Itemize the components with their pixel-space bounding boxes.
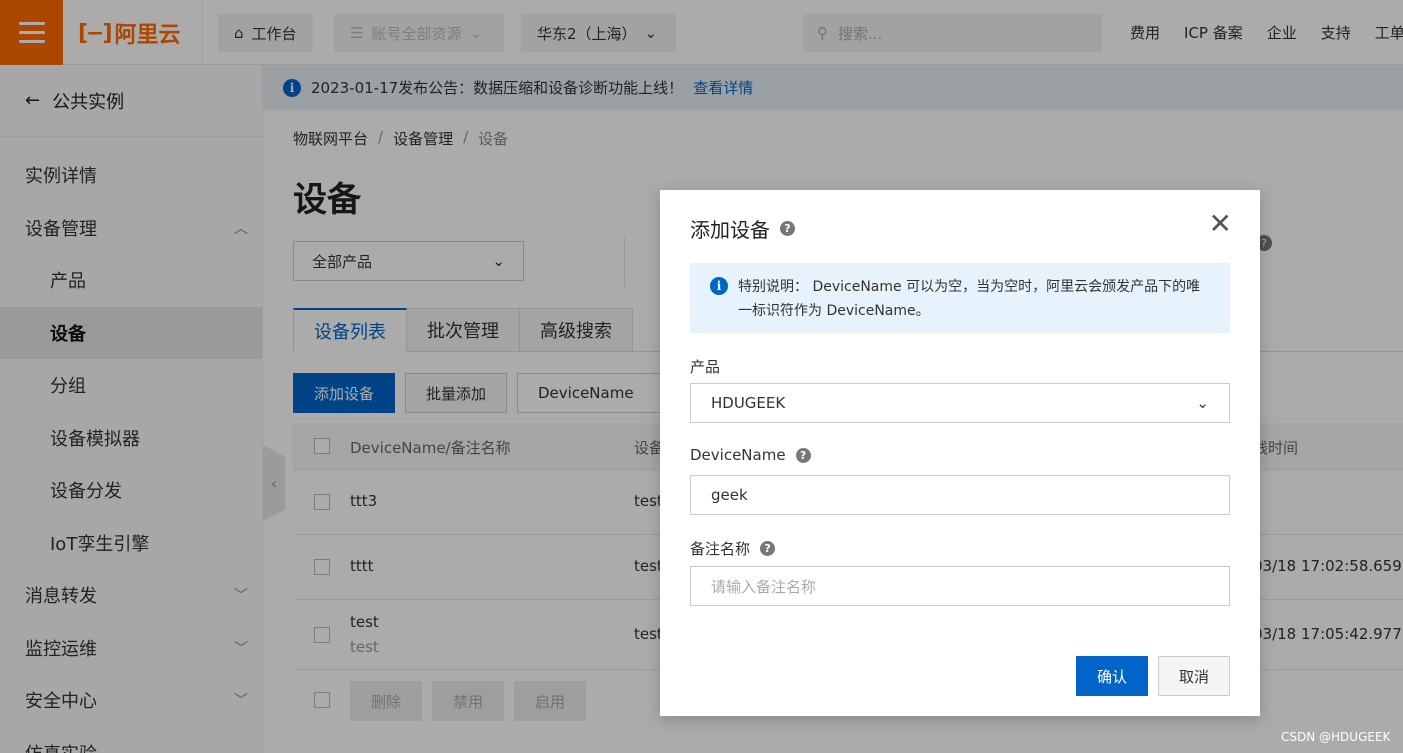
product-select[interactable]: HDUGEEK ⌄ xyxy=(690,383,1230,423)
help-icon[interactable]: ? xyxy=(795,447,811,463)
product-select-value: HDUGEEK xyxy=(711,394,786,412)
devicename-input-value: geek xyxy=(711,486,748,504)
chevron-down-icon: ⌄ xyxy=(1196,394,1209,412)
remark-input[interactable]: 请输入备注名称 xyxy=(690,566,1230,606)
watermark: CSDN @HDUGEEK xyxy=(1281,730,1391,744)
remark-label-text: 备注名称 xyxy=(690,540,751,558)
devicename-label: DeviceName ? xyxy=(690,446,811,464)
cancel-button[interactable]: 取消 xyxy=(1158,656,1230,696)
dialog-title: 添加设备 ? xyxy=(690,214,795,243)
close-icon[interactable]: ✕ xyxy=(1209,210,1232,238)
devicename-label-text: DeviceName xyxy=(690,446,786,464)
dialog-notice: i 特别说明： DeviceName 可以为空，当为空时，阿里云会颁发产品下的唯… xyxy=(690,263,1230,333)
help-icon[interactable]: ? xyxy=(780,221,795,236)
product-label: 产品 xyxy=(690,356,720,377)
remark-input-placeholder: 请输入备注名称 xyxy=(711,577,817,596)
remark-label: 备注名称 ? xyxy=(690,538,776,559)
dialog-notice-text: 特别说明： DeviceName 可以为空，当为空时，阿里云会颁发产品下的唯一标… xyxy=(738,279,1201,319)
dialog-title-text: 添加设备 xyxy=(690,218,770,242)
add-device-dialog: 添加设备 ? ✕ i 特别说明： DeviceName 可以为空，当为空时，阿里… xyxy=(660,190,1260,716)
confirm-button[interactable]: 确认 xyxy=(1076,656,1148,696)
devicename-input[interactable]: geek xyxy=(690,475,1230,515)
info-icon: i xyxy=(710,277,728,295)
help-icon[interactable]: ? xyxy=(760,541,776,556)
product-label-text: 产品 xyxy=(690,358,721,376)
